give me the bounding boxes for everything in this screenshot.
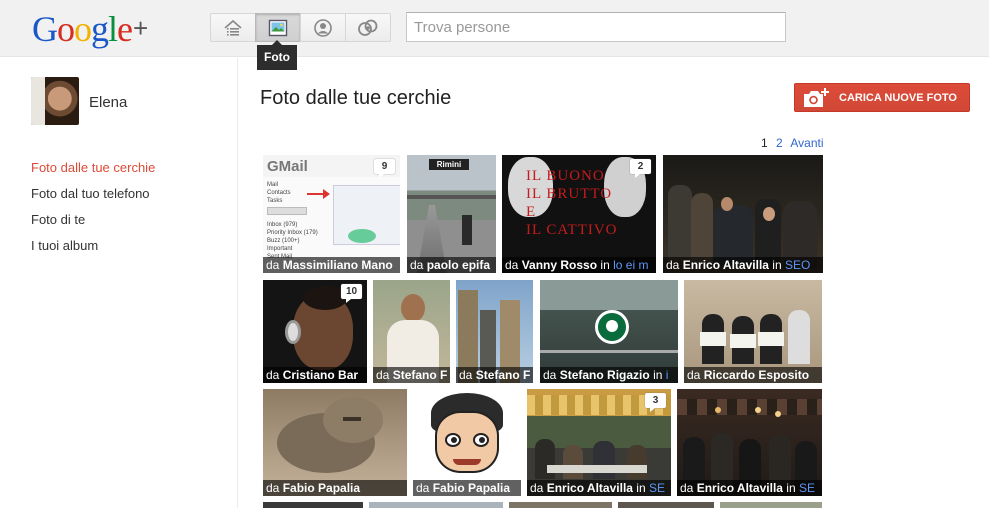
photo-caption: da Vanny Rosso in lo ei m: [502, 257, 656, 273]
photo-caption: da Stefano F: [456, 367, 533, 383]
photo-tile[interactable]: [369, 502, 503, 508]
page-title: Foto dalle tue cerchie: [260, 87, 452, 109]
profile-icon: [314, 18, 332, 37]
photo-tile[interactable]: da Fabio Papalia: [263, 389, 407, 496]
nav-circles-button[interactable]: [345, 13, 391, 42]
photo-tile[interactable]: da Stefano Rigazio in i: [540, 280, 678, 383]
upload-button-label: CARICA NUOVE FOTO: [839, 91, 957, 104]
photo-author[interactable]: Fabio Papalia: [283, 481, 360, 495]
photo-author[interactable]: Enrico Altavilla: [547, 481, 633, 495]
comment-count-badge: 2: [630, 159, 651, 178]
photo-author[interactable]: paolo epifa: [427, 258, 490, 272]
circle-link[interactable]: SE: [649, 481, 665, 495]
photo-author[interactable]: Vanny Rosso: [522, 258, 597, 272]
comment-count-badge: 9: [374, 159, 395, 178]
photo-author[interactable]: Cristiano Bar: [283, 368, 358, 382]
photo-tile[interactable]: [618, 502, 714, 508]
photo-tile[interactable]: da Stefano F: [456, 280, 533, 383]
photo-tile[interactable]: IL BUONO IL BRUTTO E IL CATTIVO 2 da Vanny …: [502, 155, 656, 273]
circle-link[interactable]: i: [666, 368, 669, 382]
sidebar-item-your-albums[interactable]: I tuoi album: [31, 238, 155, 264]
avatar[interactable]: [31, 77, 79, 125]
sidebar: Elena Foto dalle tue cerchie Foto dal tu…: [0, 58, 238, 508]
page-current: 1: [761, 136, 768, 150]
photo-tile[interactable]: da Enrico Altavilla in SEO: [663, 155, 823, 273]
pagination: 1 2 Avanti: [761, 136, 829, 150]
photo-author[interactable]: Enrico Altavilla: [697, 481, 783, 495]
top-bar: Google+: [0, 0, 989, 57]
nav-tooltip: Foto: [257, 40, 297, 70]
circles-icon: [358, 19, 378, 36]
nav-photos-button[interactable]: [255, 13, 301, 42]
photo-author[interactable]: Fabio Papalia: [433, 481, 510, 495]
google-plus-logo[interactable]: Google+: [32, 6, 148, 51]
photo-author[interactable]: Massimiliano Mano: [283, 258, 393, 272]
photos-sidenav: Foto dalle tue cerchie Foto dal tuo tele…: [31, 160, 155, 264]
sidebar-item-photos-of-you[interactable]: Foto di te: [31, 212, 155, 238]
photo-tile[interactable]: 3 da Enrico Altavilla in SE: [527, 389, 671, 496]
photo-tile[interactable]: 10 da Cristiano Bar: [263, 280, 367, 383]
search-people-input[interactable]: [406, 12, 786, 42]
photo-author[interactable]: Riccardo Esposito: [704, 368, 809, 382]
photo-caption: da Stefano F: [373, 367, 450, 383]
photo-caption: da Fabio Papalia: [413, 480, 521, 496]
photo-caption: da Massimiliano Mano: [263, 257, 400, 273]
circle-link[interactable]: lo ei m: [613, 258, 648, 272]
photo-author[interactable]: Enrico Altavilla: [683, 258, 769, 272]
photo-caption: da Enrico Altavilla in SE: [677, 480, 822, 496]
circle-link[interactable]: SE: [799, 481, 815, 495]
photo-tile[interactable]: da Fabio Papalia: [413, 389, 521, 496]
page-link-2[interactable]: 2: [776, 136, 783, 150]
photo-caption: da Cristiano Bar: [263, 367, 367, 383]
photo-author[interactable]: Stefano Rigazio: [560, 368, 650, 382]
photo-tile[interactable]: da Enrico Altavilla in SE: [677, 389, 822, 496]
upload-photos-button[interactable]: CARICA NUOVE FOTO: [794, 83, 970, 112]
photo-tile[interactable]: [263, 502, 363, 508]
photo-caption: da paolo epifa: [407, 257, 496, 273]
nav-profile-button[interactable]: [300, 13, 346, 42]
main-nav: [210, 13, 391, 42]
photo-caption: da Fabio Papalia: [263, 480, 407, 496]
photo-author[interactable]: Stefano F: [476, 368, 531, 382]
photo-tile[interactable]: [509, 502, 612, 508]
photo-icon: [268, 19, 288, 36]
photo-tile[interactable]: [720, 502, 822, 508]
circle-link[interactable]: SEO: [785, 258, 810, 272]
photo-tile[interactable]: da Riccardo Esposito: [684, 280, 822, 383]
photo-tile[interactable]: GMail Mail Contacts Tasks Inbox (979) Prior…: [263, 155, 400, 273]
photo-tile[interactable]: Rimini da paolo epifa: [407, 155, 496, 273]
photo-tile[interactable]: da Stefano F: [373, 280, 450, 383]
photo-caption: da Enrico Altavilla in SEO: [663, 257, 823, 273]
page-next-link[interactable]: Avanti: [790, 136, 823, 150]
home-icon: [224, 19, 242, 36]
comment-count-badge: 10: [341, 284, 362, 303]
comment-count-badge: 3: [645, 393, 666, 412]
photo-author[interactable]: Stefano F: [393, 368, 448, 382]
sidebar-item-phone-photos[interactable]: Foto dal tuo telefono: [31, 186, 155, 212]
camera-add-icon: [804, 87, 829, 107]
photo-caption: da Stefano Rigazio in i: [540, 367, 678, 383]
user-name[interactable]: Elena: [89, 94, 127, 111]
photo-caption: da Riccardo Esposito: [684, 367, 822, 383]
photo-caption: da Enrico Altavilla in SE: [527, 480, 671, 496]
sidebar-item-circle-photos[interactable]: Foto dalle tue cerchie: [31, 160, 155, 186]
nav-home-button[interactable]: [210, 13, 256, 42]
